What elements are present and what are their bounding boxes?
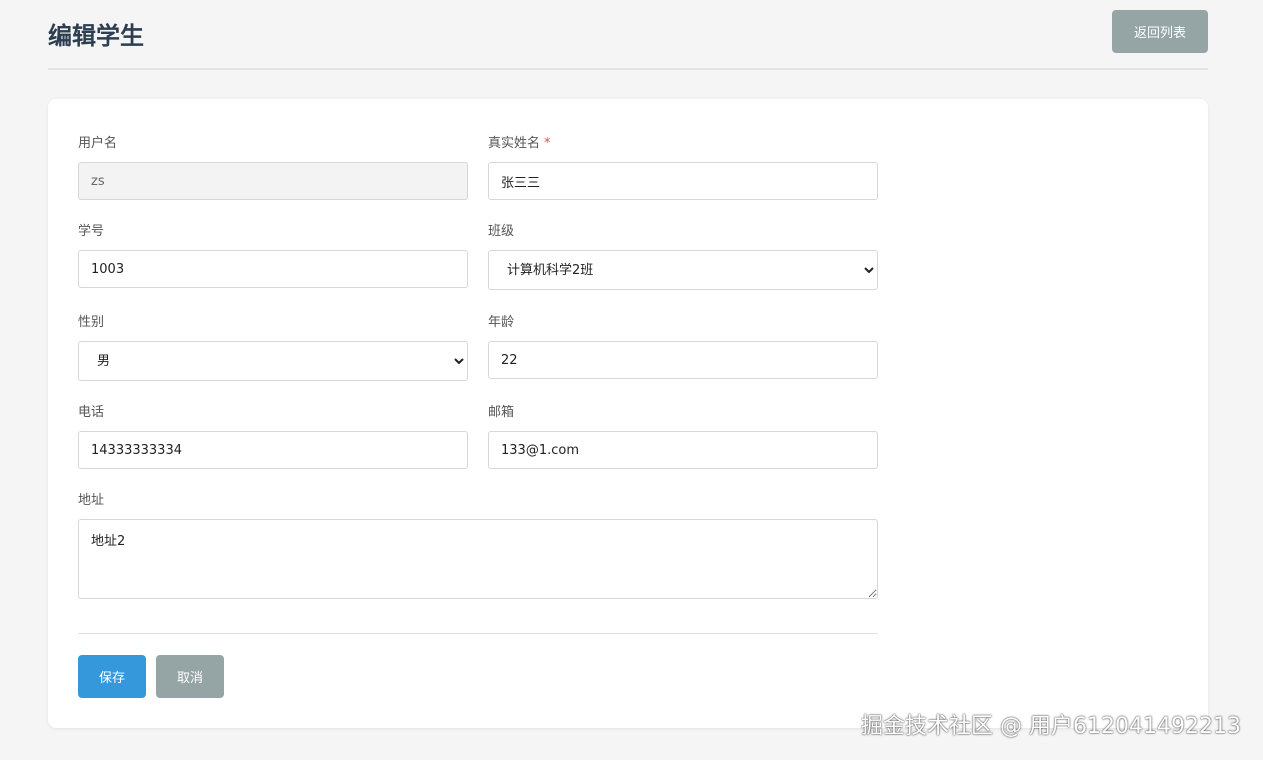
phone-input[interactable] xyxy=(78,431,468,469)
class-select[interactable]: 计算机科学2班 xyxy=(488,250,878,290)
cancel-button[interactable]: 取消 xyxy=(156,655,224,698)
gender-select[interactable]: 男 xyxy=(78,341,468,381)
age-input[interactable] xyxy=(488,341,878,379)
real-name-input[interactable] xyxy=(488,162,878,200)
phone-field-group: 电话 xyxy=(78,401,468,469)
email-label: 邮箱 xyxy=(488,405,515,420)
watermark: 掘金技术社区 @ 用户612041492213 xyxy=(861,714,1241,739)
email-input[interactable] xyxy=(488,431,878,469)
student-no-input[interactable] xyxy=(78,250,468,288)
address-textarea[interactable]: 地址2 xyxy=(78,519,878,599)
page-header: 编辑学生 返回列表 xyxy=(48,0,1208,70)
real-name-field-group: 真实姓名 * xyxy=(488,132,878,200)
edit-student-form: 用户名 真实姓名* 学号 班级 计算机科学2班 性别 男 年龄 电话 邮箱 地址… xyxy=(48,99,1208,728)
username-input[interactable] xyxy=(78,162,468,200)
student-no-field-group: 学号 xyxy=(78,220,468,288)
back-to-list-button[interactable]: 返回列表 xyxy=(1112,10,1208,53)
gender-label: 性别 xyxy=(78,315,105,330)
age-label: 年龄 xyxy=(488,315,515,330)
age-field-group: 年龄 xyxy=(488,311,878,379)
class-field-group: 班级 计算机科学2班 xyxy=(488,220,878,290)
address-label: 地址 xyxy=(78,493,105,508)
username-label: 用户名 xyxy=(78,136,118,151)
real-name-label: 真实姓名 * xyxy=(488,132,878,151)
class-label: 班级 xyxy=(488,224,515,239)
form-divider xyxy=(78,633,878,634)
student-no-label: 学号 xyxy=(78,224,105,239)
gender-field-group: 性别 男 xyxy=(78,311,468,381)
page-title: 编辑学生 xyxy=(48,22,144,50)
phone-label: 电话 xyxy=(78,405,105,420)
address-field-group: 地址 地址2 xyxy=(78,489,878,599)
save-button[interactable]: 保存 xyxy=(78,655,146,698)
username-field-group: 用户名 xyxy=(78,132,468,200)
real-name-label-text: 真实姓名 xyxy=(488,136,541,151)
required-mark: * xyxy=(544,136,551,151)
email-field-group: 邮箱 xyxy=(488,401,878,469)
